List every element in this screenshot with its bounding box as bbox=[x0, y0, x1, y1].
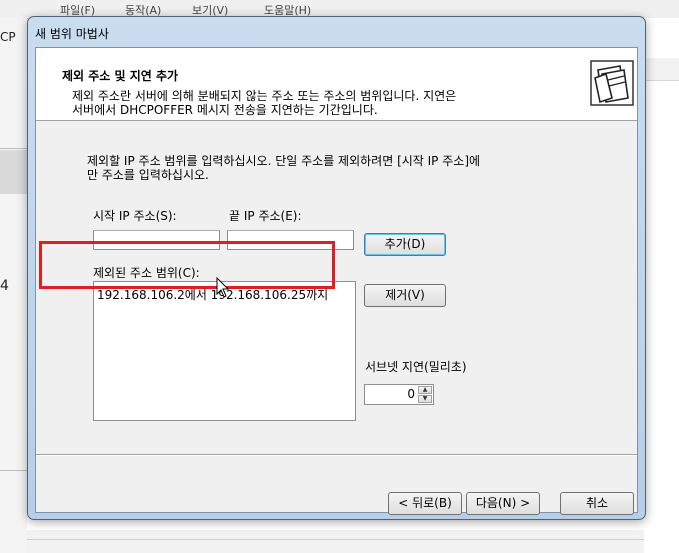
cancel-button[interactable]: 취소 bbox=[560, 492, 634, 515]
page-title: 제외 주소 및 지연 추가 bbox=[62, 69, 179, 83]
subnet-delay-label: 서브넷 지연(밀리초) bbox=[365, 360, 467, 374]
excluded-range-list[interactable]: 192.168.106.2에서 192.168.106.25까지 bbox=[93, 281, 356, 421]
background-divider bbox=[27, 539, 644, 540]
subnet-delay-stepper[interactable]: 0 ▲ ▼ bbox=[364, 384, 434, 405]
end-ip-label: 끝 IP 주소(E): bbox=[229, 209, 302, 223]
start-ip-input[interactable] bbox=[93, 230, 220, 250]
back-button[interactable]: < 뒤로(B) bbox=[388, 492, 462, 515]
next-button[interactable]: 다음(N) > bbox=[466, 492, 540, 515]
background-tree-label: CP bbox=[0, 30, 16, 44]
remove-button[interactable]: 제거(V) bbox=[364, 284, 446, 307]
background-status-area bbox=[27, 530, 644, 553]
folders-icon bbox=[590, 60, 634, 106]
page-description-line: 제외 주소란 서버에 의해 분배되지 않는 주소 또는 주소의 범위입니다. 지… bbox=[72, 89, 457, 103]
page-description-line: 서버에서 DHCPOFFER 메시지 전송을 지연하는 기간입니다. bbox=[72, 103, 378, 117]
spin-up-icon[interactable]: ▲ bbox=[418, 386, 432, 394]
instruction-line: 제외할 IP 주소 범위를 입력하십시오. 단일 주소를 제외하려면 [시작 I… bbox=[87, 154, 481, 168]
background-number: 4 bbox=[0, 278, 9, 294]
spin-down-icon[interactable]: ▼ bbox=[418, 395, 432, 403]
add-button[interactable]: 추가(D) bbox=[364, 233, 446, 256]
title-bar[interactable]: 새 범위 마법사 bbox=[28, 17, 645, 45]
instructions: 제외할 IP 주소 범위를 입력하십시오. 단일 주소를 제외하려면 [시작 I… bbox=[87, 154, 607, 182]
spin-buttons: ▲ ▼ bbox=[418, 386, 432, 403]
list-item[interactable]: 192.168.106.2에서 192.168.106.25까지 bbox=[97, 286, 328, 303]
wizard-client-area: 제외 주소 및 지연 추가 제외 주소란 서버에 의해 분배되지 않는 주소 또… bbox=[35, 47, 638, 515]
excluded-range-label: 제외된 주소 범위(C): bbox=[93, 266, 200, 280]
window-title: 새 범위 마법사 bbox=[35, 27, 109, 41]
page-description: 제외 주소란 서버에 의해 분배되지 않는 주소 또는 주소의 범위입니다. 지… bbox=[72, 89, 592, 117]
instruction-line: 만 주소를 입력하십시오. bbox=[87, 168, 209, 182]
background-band bbox=[0, 150, 27, 194]
divider bbox=[36, 455, 637, 456]
end-ip-input[interactable] bbox=[227, 230, 354, 250]
new-scope-wizard-window: 새 범위 마법사 제외 주소 및 지연 추가 제외 주소란 서버에 의해 분배되… bbox=[27, 16, 646, 520]
start-ip-label: 시작 IP 주소(S): bbox=[93, 209, 177, 223]
background-right-pane bbox=[644, 18, 679, 553]
wizard-header: 제외 주소 및 지연 추가 제외 주소란 서버에 의해 분배되지 않는 주소 또… bbox=[36, 48, 637, 121]
subnet-delay-value: 0 bbox=[407, 387, 415, 401]
background-toolbar-strip bbox=[644, 58, 679, 81]
background-divider bbox=[0, 148, 27, 149]
background-divider bbox=[0, 470, 27, 471]
